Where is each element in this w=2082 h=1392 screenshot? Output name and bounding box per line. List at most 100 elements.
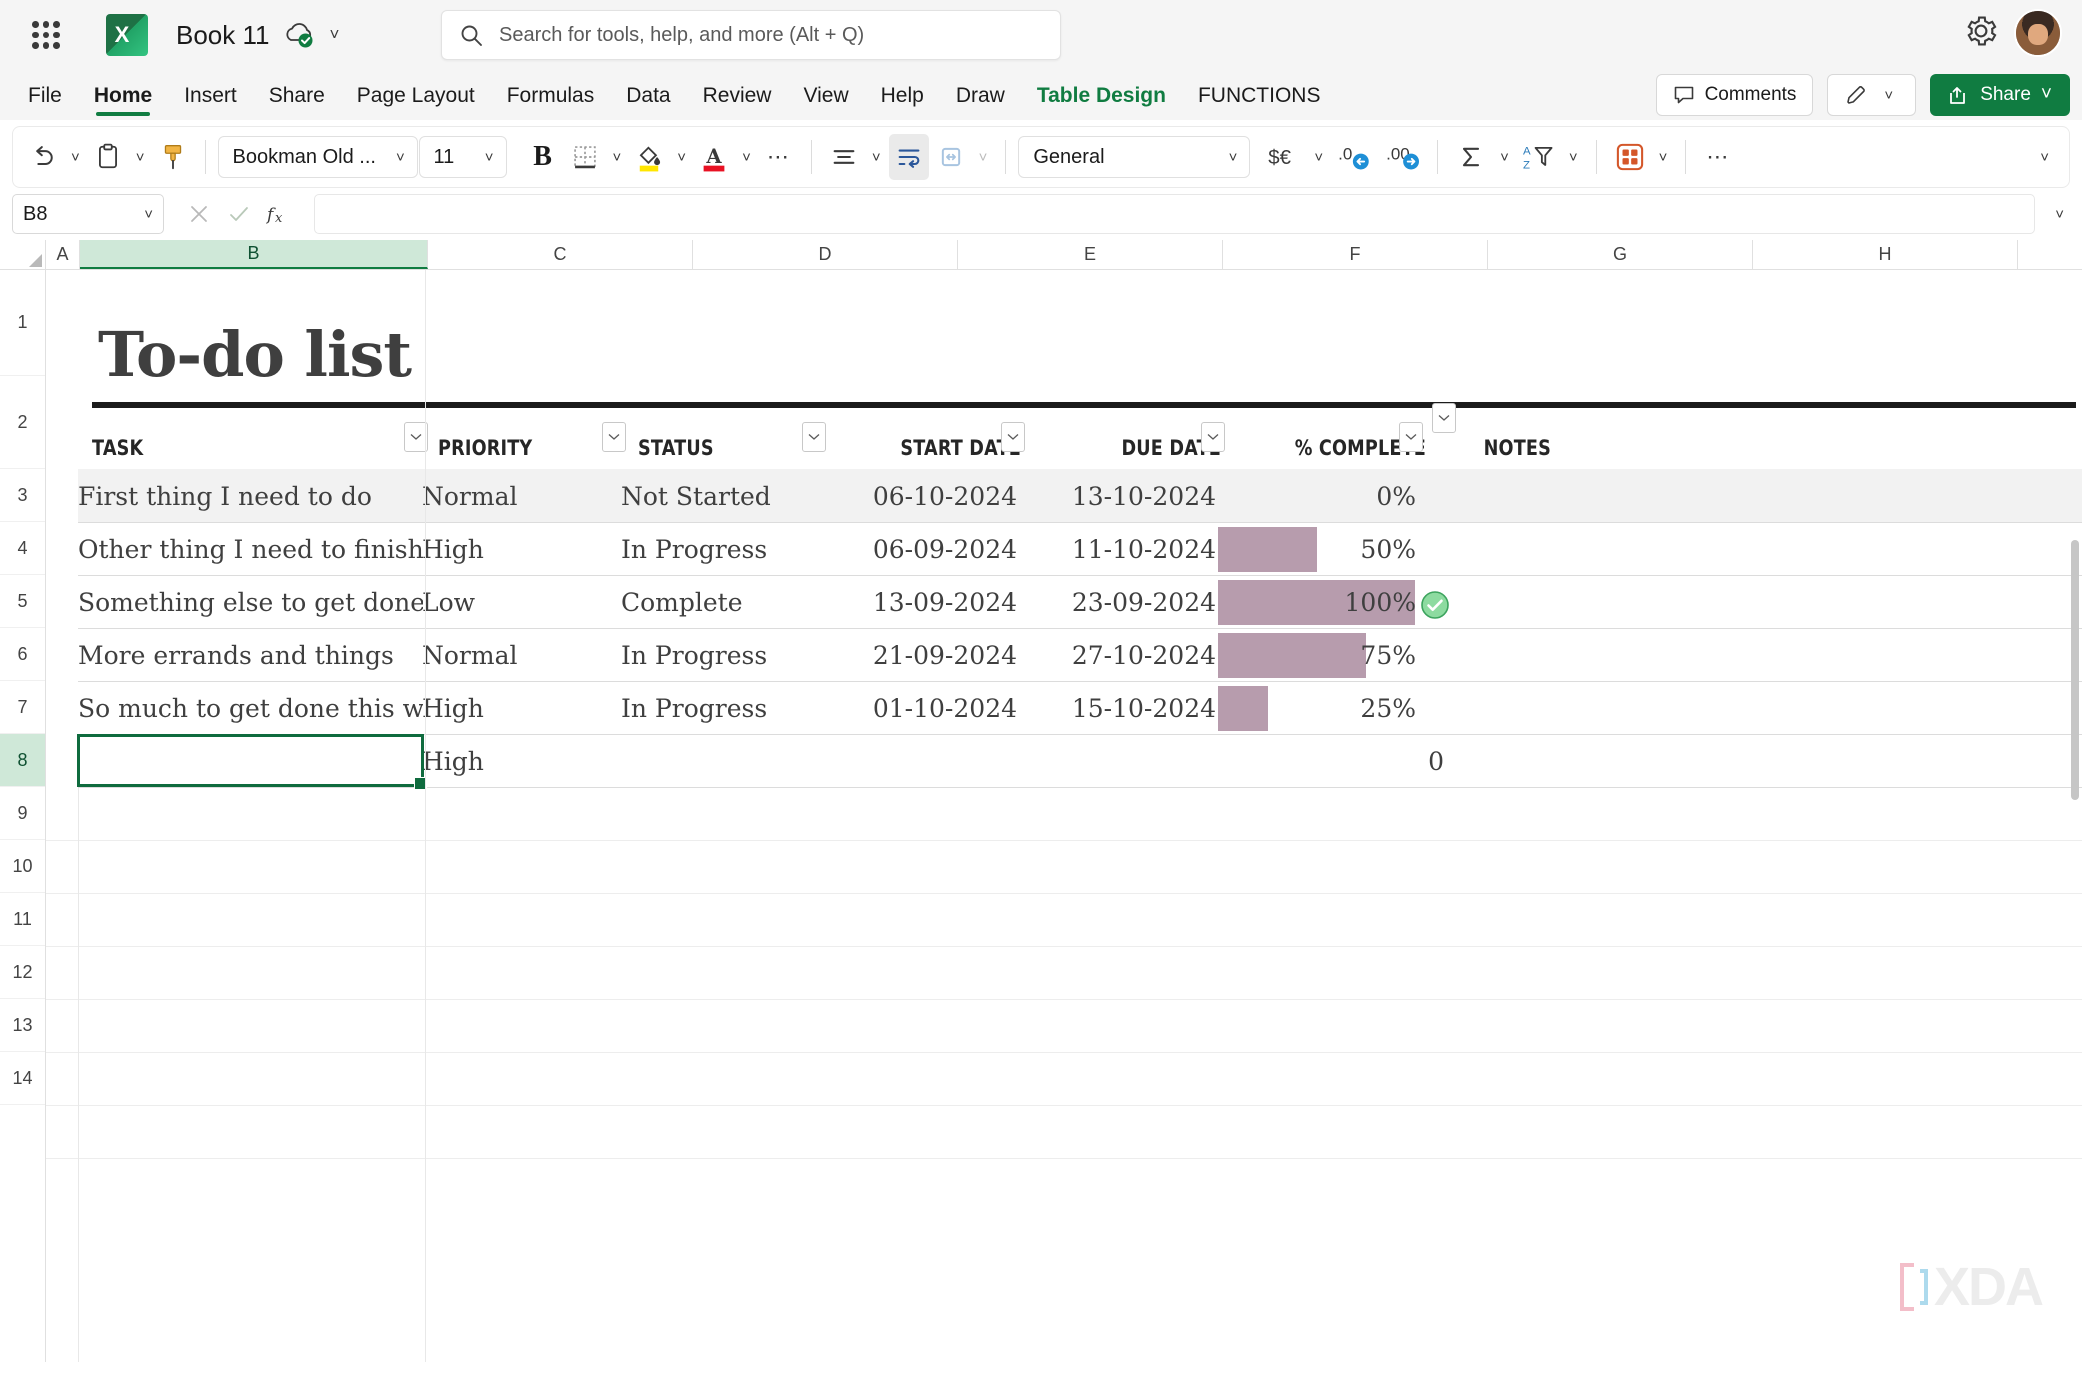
cell-percent-4[interactable]: 75% (1218, 641, 1416, 670)
cell-due-2[interactable]: 11-10-2024 (1018, 535, 1216, 564)
search-input[interactable]: Search for tools, help, and more (Alt + … (441, 10, 1061, 60)
cell-due-5[interactable]: 15-10-2024 (1018, 694, 1216, 723)
column-header-F[interactable]: F (1223, 240, 1488, 269)
cell-percent-2[interactable]: 50% (1218, 535, 1416, 564)
confirm-entry-button[interactable] (222, 197, 256, 231)
increase-decimal-button[interactable]: .00 (1379, 134, 1425, 180)
row-header-1[interactable]: 1 (0, 270, 45, 376)
user-avatar[interactable] (2014, 9, 2062, 57)
filter-button-notes[interactable] (1432, 403, 1456, 433)
tab-table-design[interactable]: Table Design (1021, 80, 1182, 120)
tab-home[interactable]: Home (78, 80, 168, 120)
paste-button[interactable] (88, 134, 128, 180)
undo-dropdown-chevron-icon[interactable]: ˅ (65, 149, 86, 166)
expand-formula-bar-chevron-icon[interactable]: ˅ (2045, 206, 2070, 223)
cancel-entry-button[interactable] (182, 197, 216, 231)
cell-priority-5[interactable]: High (422, 694, 620, 723)
row-header-7[interactable]: 7 (0, 681, 45, 734)
comments-button[interactable]: Comments (1655, 74, 1814, 116)
gear-icon[interactable] (1964, 14, 1998, 53)
document-title[interactable]: Book 11 (176, 20, 269, 51)
filter-button-status[interactable] (802, 422, 826, 452)
tab-view[interactable]: View (787, 80, 864, 120)
row-header-6[interactable]: 6 (0, 628, 45, 681)
cell-area[interactable]: To-do list TASK PRIORITY STATUS START DA… (46, 270, 2082, 1362)
select-all-corner[interactable] (0, 240, 46, 269)
currency-format-button[interactable]: $€ (1260, 134, 1306, 180)
undo-button[interactable] (23, 134, 63, 180)
column-header-A[interactable]: A (46, 240, 80, 269)
filter-button-start-date[interactable] (1001, 422, 1025, 452)
number-format-select[interactable]: General ˅ (1018, 136, 1251, 178)
font-color-dropdown-chevron-icon[interactable]: ˅ (736, 149, 757, 166)
tab-formulas[interactable]: Formulas (491, 80, 611, 120)
cell-task-5[interactable]: So much to get done this week (78, 694, 423, 723)
cell-task-4[interactable]: More errands and things (78, 641, 423, 670)
cell-task-2[interactable]: Other thing I need to finish (78, 535, 423, 564)
autosum-button[interactable] (1450, 134, 1492, 180)
sort-filter-button[interactable]: A Z (1517, 134, 1561, 180)
tab-draw[interactable]: Draw (940, 80, 1021, 120)
filter-button-due-date[interactable] (1201, 422, 1225, 452)
decrease-decimal-button[interactable]: .0 (1331, 134, 1377, 180)
cell-start-3[interactable]: 13-09-2024 (819, 588, 1017, 617)
row-header-11[interactable]: 11 (0, 893, 45, 946)
row-header-5[interactable]: 5 (0, 575, 45, 628)
borders-button[interactable] (565, 134, 605, 180)
cell-due-3[interactable]: 23-09-2024 (1018, 588, 1216, 617)
font-name-select[interactable]: Bookman Old ... ˅ (217, 136, 418, 178)
borders-dropdown-chevron-icon[interactable]: ˅ (607, 149, 628, 166)
row-header-13[interactable]: 13 (0, 999, 45, 1052)
cell-percent-6[interactable]: 0 (1218, 747, 1444, 776)
column-header-G[interactable]: G (1488, 240, 1753, 269)
share-button[interactable]: Share ˅ (1930, 74, 2070, 116)
filter-button-priority[interactable] (602, 422, 626, 452)
column-header-D[interactable]: D (693, 240, 958, 269)
more-commands-button[interactable]: ⋯ (1698, 134, 1738, 180)
merge-dropdown-chevron-icon[interactable]: ˅ (973, 149, 994, 166)
cell-task-3[interactable]: Something else to get done (78, 588, 423, 617)
cell-status-3[interactable]: Complete (621, 588, 819, 617)
tab-data[interactable]: Data (610, 80, 686, 120)
cell-percent-3[interactable]: 100% (1218, 588, 1416, 617)
scrollbar-thumb[interactable] (2071, 540, 2079, 800)
cell-priority-2[interactable]: High (422, 535, 620, 564)
column-header-H[interactable]: H (1753, 240, 2018, 269)
cells-dropdown-chevron-icon[interactable]: ˅ (1653, 149, 1674, 166)
collapse-ribbon-chevron-icon[interactable]: ˅ (2034, 149, 2055, 166)
cell-percent-5[interactable]: 25% (1218, 694, 1416, 723)
cell-start-1[interactable]: 06-10-2024 (819, 482, 1017, 511)
tab-insert[interactable]: Insert (168, 80, 253, 120)
vertical-scrollbar[interactable] (2068, 540, 2082, 1362)
cell-percent-1[interactable]: 0% (1218, 482, 1416, 511)
fill-color-dropdown-chevron-icon[interactable]: ˅ (671, 149, 692, 166)
cell-task-1[interactable]: First thing I need to do (78, 482, 423, 511)
cell-start-5[interactable]: 01-10-2024 (819, 694, 1017, 723)
tab-functions[interactable]: FUNCTIONS (1182, 80, 1337, 120)
cell-start-2[interactable]: 06-09-2024 (819, 535, 1017, 564)
autosum-dropdown-chevron-icon[interactable]: ˅ (1494, 149, 1515, 166)
column-header-B[interactable]: B (80, 240, 428, 269)
app-launcher-icon[interactable] (24, 13, 68, 57)
name-box[interactable]: B8 ˅ (12, 194, 164, 234)
paste-dropdown-chevron-icon[interactable]: ˅ (130, 149, 151, 166)
row-header-4[interactable]: 4 (0, 522, 45, 575)
filter-button-percent-complete[interactable] (1399, 422, 1423, 452)
row-header-2[interactable]: 2 (0, 376, 45, 469)
sort-filter-dropdown-chevron-icon[interactable]: ˅ (1563, 149, 1584, 166)
row-header-12[interactable]: 12 (0, 946, 45, 999)
cell-status-5[interactable]: In Progress (621, 694, 819, 723)
wrap-text-button[interactable] (888, 134, 929, 180)
cell-priority-6[interactable]: High (422, 747, 620, 776)
column-header-C[interactable]: C (428, 240, 693, 269)
format-painter-button[interactable] (153, 134, 193, 180)
cell-status-2[interactable]: In Progress (621, 535, 819, 564)
cell-status-4[interactable]: In Progress (621, 641, 819, 670)
tab-help[interactable]: Help (865, 80, 940, 120)
tab-file[interactable]: File (12, 80, 78, 120)
bold-button[interactable]: B (523, 134, 563, 180)
align-dropdown-chevron-icon[interactable]: ˅ (866, 149, 887, 166)
currency-dropdown-chevron-icon[interactable]: ˅ (1308, 149, 1329, 166)
font-size-select[interactable]: 11 ˅ (418, 136, 507, 178)
cells-button[interactable] (1609, 134, 1651, 180)
